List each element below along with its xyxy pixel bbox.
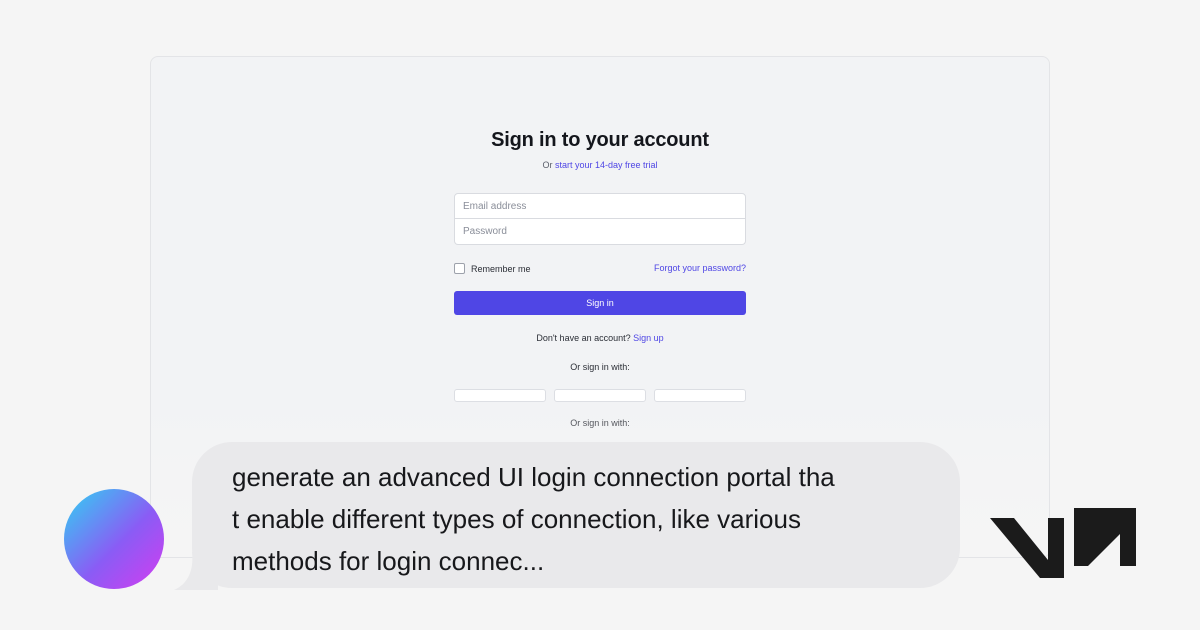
or-sign-in-with-label: Or sign in with: <box>570 362 630 372</box>
free-trial-link[interactable]: start your 14-day free trial <box>555 160 658 170</box>
page-title: Sign in to your account <box>491 129 709 151</box>
or-sign-in-with-label-2: Or sign in with: <box>570 418 630 428</box>
password-field[interactable] <box>454 219 746 245</box>
remember-me[interactable]: Remember me <box>454 263 531 274</box>
provider-button-3[interactable] <box>654 389 746 402</box>
subtitle-prefix: Or <box>542 160 555 170</box>
remember-me-label: Remember me <box>471 263 531 274</box>
provider-button-1[interactable] <box>454 389 546 402</box>
provider-button-2[interactable] <box>554 389 646 402</box>
sign-up-link[interactable]: Sign up <box>633 333 664 343</box>
no-account-text: Don't have an account? <box>536 333 634 343</box>
chat-message-bubble: generate an advanced UI login connection… <box>192 442 960 588</box>
forgot-password-link[interactable]: Forgot your password? <box>654 263 746 273</box>
v0-logo-icon <box>990 508 1136 578</box>
password-input[interactable] <box>455 219 745 244</box>
no-account-row: Don't have an account? Sign up <box>151 333 1049 343</box>
email-input[interactable] <box>455 194 745 218</box>
sign-in-button[interactable]: Sign in <box>454 291 746 315</box>
user-avatar <box>64 489 164 589</box>
subtitle: Or start your 14-day free trial <box>151 160 1049 170</box>
email-field[interactable] <box>454 193 746 219</box>
remember-me-checkbox[interactable] <box>454 263 465 274</box>
provider-buttons <box>454 389 746 402</box>
